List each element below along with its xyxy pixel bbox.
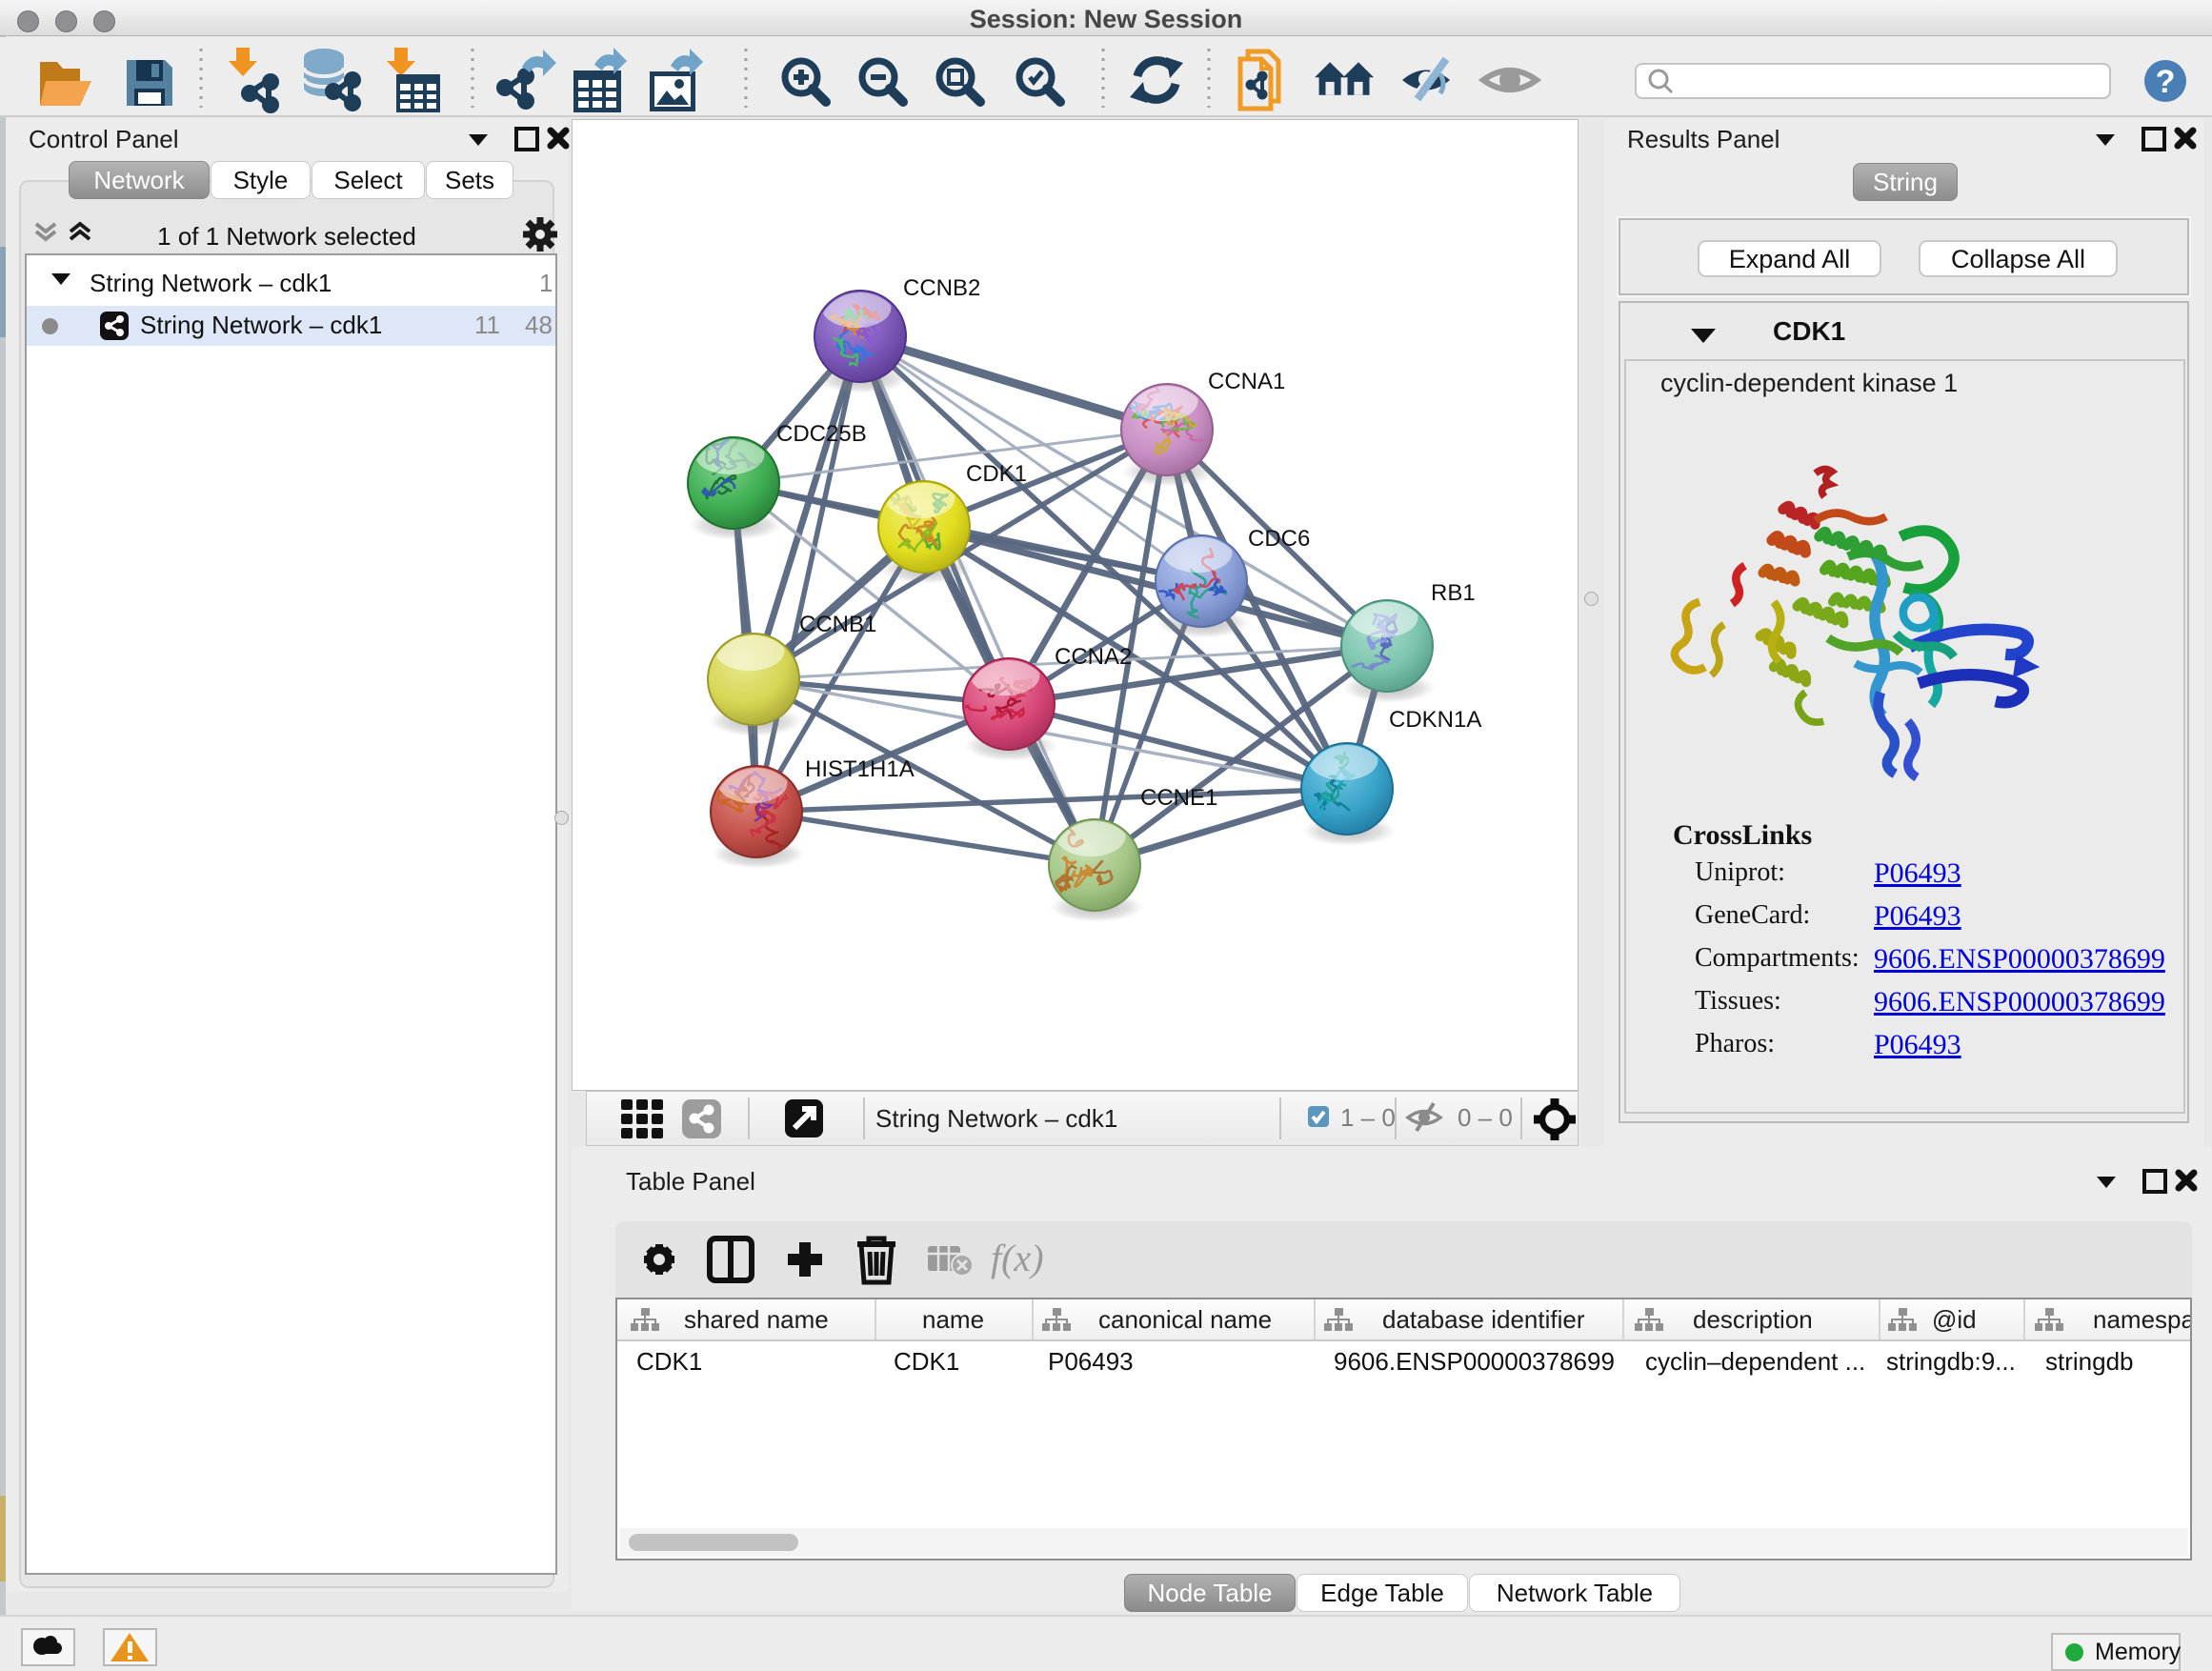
svg-text:CCNA1: CCNA1 [1208, 369, 1285, 394]
svg-text:CDKN1A: CDKN1A [1389, 707, 1481, 733]
svg-text:RB1: RB1 [1431, 580, 1476, 606]
svg-text:CCNB1: CCNB1 [799, 612, 876, 637]
svg-text:HIST1H1A: HIST1H1A [805, 756, 915, 782]
svg-text:CCNB2: CCNB2 [903, 275, 980, 301]
svg-text:1 – 0: 1 – 0 [1340, 1103, 1396, 1132]
svg-text:CCNA2: CCNA2 [1055, 644, 1132, 670]
svg-text:0 – 0: 0 – 0 [1458, 1103, 1513, 1132]
svg-text:f(x): f(x) [991, 1237, 1044, 1279]
svg-text:CCNE1: CCNE1 [1140, 785, 1217, 811]
svg-text:CDC6: CDC6 [1248, 526, 1310, 552]
svg-text:?: ? [2156, 64, 2176, 100]
svg-text:CDC25B: CDC25B [776, 421, 867, 447]
svg-text:CDK1: CDK1 [966, 461, 1027, 487]
svg-text:String Network – cdk1: String Network – cdk1 [875, 1104, 1117, 1133]
